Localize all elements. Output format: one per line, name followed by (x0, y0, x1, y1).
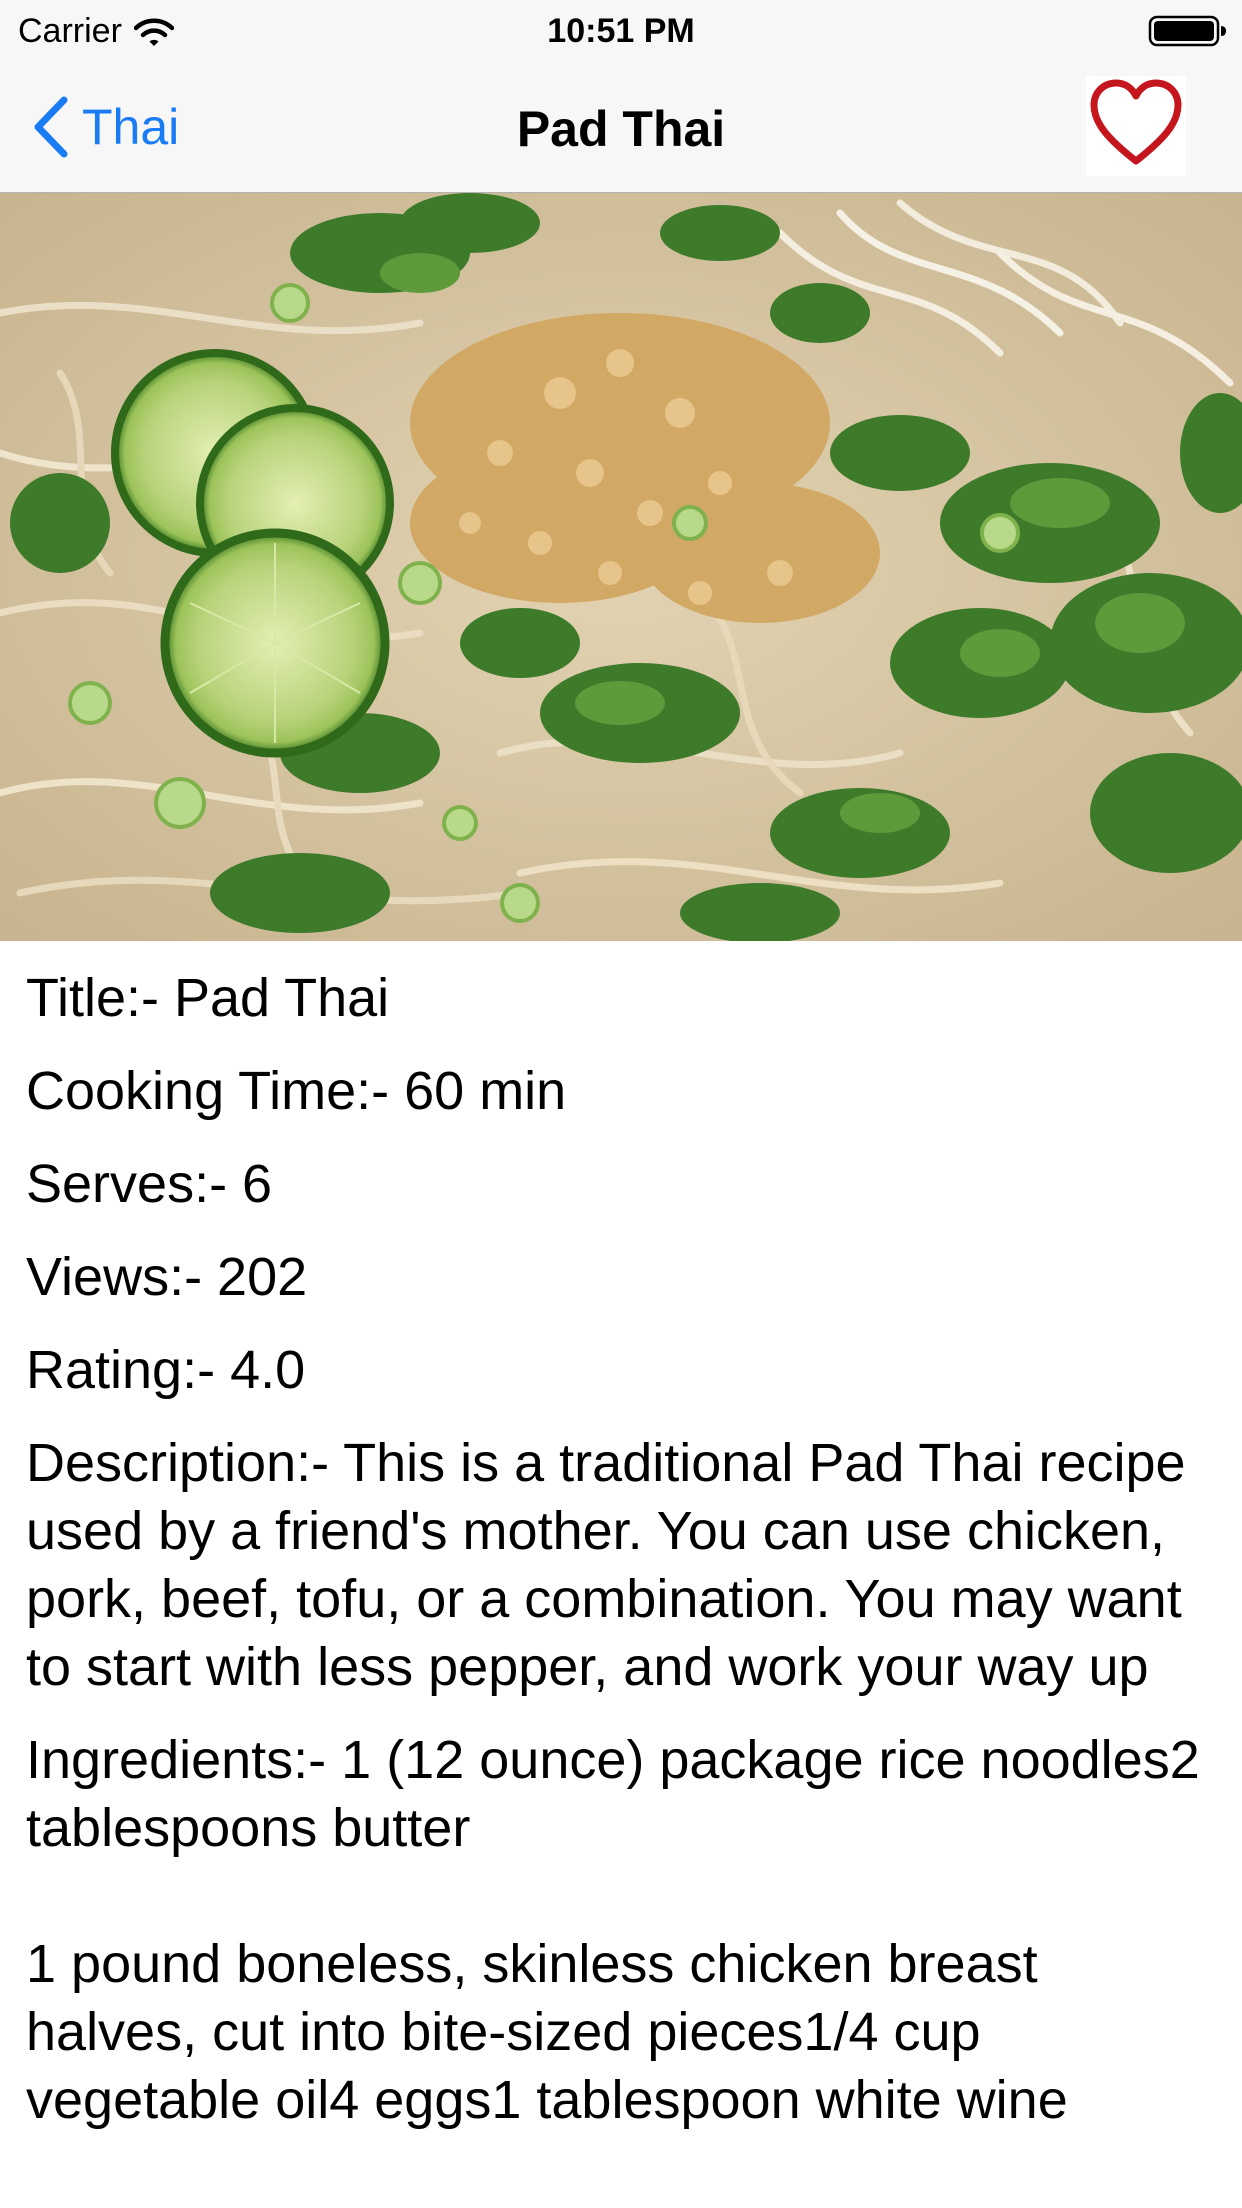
description-text: Description:- This is a traditional Pad … (26, 1433, 1201, 1697)
status-bar: Carrier 10:51 PM (0, 0, 1242, 60)
serves-line: Serves:- 6 (26, 1154, 273, 1214)
ingredients-text: Ingredients:- 1 (12 ounce) package rice … (26, 1730, 1200, 2130)
views-line: Views:- 202 (26, 1247, 308, 1307)
navigation-bar: Thai Pad Thai (0, 60, 1242, 193)
favorite-button[interactable] (1086, 76, 1186, 176)
page-title: Pad Thai (516, 101, 726, 157)
heart-outline-icon (1088, 79, 1184, 174)
pad-thai-photo (0, 193, 1242, 941)
recipe-detail-screen: Carrier 10:51 PM Thai Pad Thai Title:- P… (0, 0, 1242, 2208)
recipe-title-line: Title:- Pad Thai (26, 968, 390, 1028)
status-time: 10:51 PM (547, 12, 695, 50)
battery-icon (1148, 14, 1228, 48)
recipe-details: Title:- Pad Thai Cooking Time:- 60 min S… (26, 964, 1216, 2159)
rating-line: Rating:- 4.0 (26, 1340, 306, 1400)
cooking-time-line: Cooking Time:- 60 min (26, 1061, 567, 1121)
recipe-photo (0, 193, 1242, 941)
